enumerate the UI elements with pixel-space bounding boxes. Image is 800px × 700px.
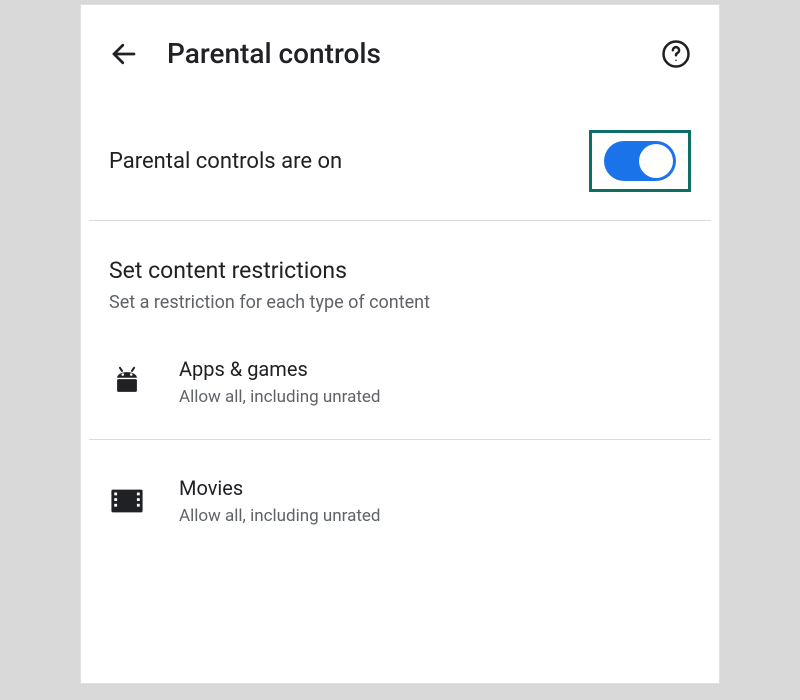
section-title: Set content restrictions (109, 257, 691, 284)
parental-controls-toggle-row: Parental controls are on (81, 94, 719, 220)
restriction-item-subtitle: Allow all, including unrated (179, 506, 381, 526)
restriction-item-text: Movies Allow all, including unrated (179, 476, 381, 526)
restriction-item-movies[interactable]: Movies Allow all, including unrated (81, 440, 719, 558)
toggle-highlight (589, 130, 691, 192)
header: Parental controls (81, 5, 719, 94)
restriction-item-subtitle: Allow all, including unrated (179, 387, 381, 407)
restriction-item-title: Movies (179, 476, 381, 500)
restriction-item-title: Apps & games (179, 357, 381, 381)
restriction-item-apps-games[interactable]: Apps & games Allow all, including unrate… (81, 321, 719, 439)
restriction-item-text: Apps & games Allow all, including unrate… (179, 357, 381, 407)
section-subtitle: Set a restriction for each type of conte… (109, 292, 691, 313)
help-icon[interactable] (661, 39, 691, 69)
back-icon[interactable] (109, 39, 139, 69)
toggle-knob (639, 144, 673, 178)
film-icon (109, 483, 145, 519)
section-header: Set content restrictions Set a restricti… (81, 221, 719, 321)
toggle-label: Parental controls are on (109, 149, 342, 174)
android-icon (109, 364, 145, 400)
page-title: Parental controls (167, 37, 381, 70)
parental-controls-toggle[interactable] (604, 141, 676, 181)
settings-panel: Parental controls Parental controls are … (80, 4, 720, 684)
